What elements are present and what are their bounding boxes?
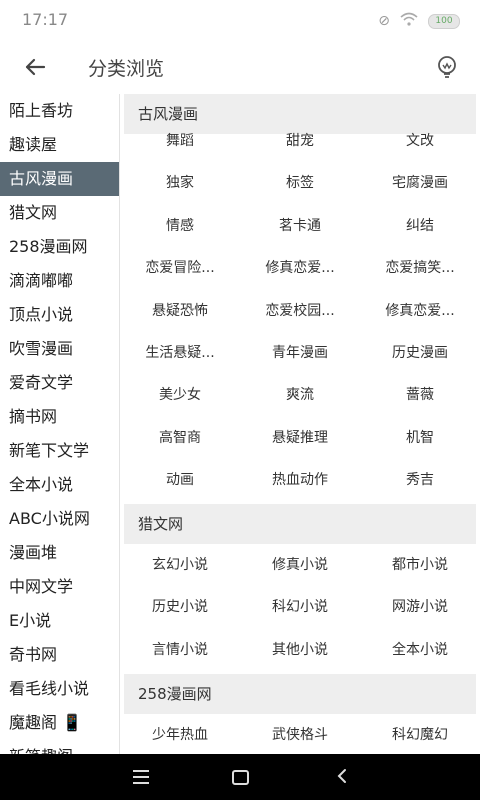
sidebar-item[interactable]: 猎文网 bbox=[0, 196, 119, 230]
tag-item[interactable]: 恋爱搞笑... bbox=[360, 247, 480, 289]
tag-grid: 少年热血 武侠格斗 科幻魔幻 bbox=[120, 714, 480, 754]
tag-item[interactable]: 悬疑推理 bbox=[240, 417, 360, 459]
sidebar-item[interactable]: ABC小说网 bbox=[0, 502, 119, 536]
tag-item[interactable]: 修真恋爱... bbox=[360, 290, 480, 332]
lightbulb-icon[interactable] bbox=[432, 52, 462, 82]
tag-grid: 玄幻小说 修真小说 都市小说 历史小说 科幻小说 网游小说 言情小说 其他小说 … bbox=[120, 544, 480, 671]
tag-grid: 舞蹈 甜宠 文改 独家 标签 宅腐漫画 情感 茗卡通 纠结 恋爱冒险... 修真… bbox=[120, 120, 480, 502]
status-icons: ⊘ 100 bbox=[378, 12, 460, 30]
sidebar-item[interactable]: 258漫画网 bbox=[0, 230, 119, 264]
tag-item[interactable]: 科幻小说 bbox=[240, 586, 360, 628]
tag-item[interactable]: 青年漫画 bbox=[240, 332, 360, 374]
sidebar-item-active[interactable]: 古风漫画 bbox=[0, 162, 119, 196]
sidebar-item[interactable]: 滴滴嘟嘟 bbox=[0, 264, 119, 298]
tag-item[interactable]: 修真小说 bbox=[240, 544, 360, 586]
tag-item[interactable]: 历史漫画 bbox=[360, 332, 480, 374]
tag-item[interactable]: 机智 bbox=[360, 417, 480, 459]
sidebar-item[interactable]: E小说 bbox=[0, 604, 119, 638]
sidebar-item[interactable]: 新笔下文学 bbox=[0, 434, 119, 468]
tag-item[interactable]: 纠结 bbox=[360, 205, 480, 247]
app-bar: 分类浏览 bbox=[0, 40, 480, 94]
tag-item[interactable]: 独家 bbox=[120, 162, 240, 204]
tag-item[interactable]: 科幻魔幻 bbox=[360, 714, 480, 754]
tag-item[interactable]: 爽流 bbox=[240, 374, 360, 416]
source-sidebar: 陌上香坊 趣读屋 古风漫画 猎文网 258漫画网 滴滴嘟嘟 顶点小说 吹雪漫画 … bbox=[0, 94, 120, 754]
tag-item[interactable]: 宅腐漫画 bbox=[360, 162, 480, 204]
tag-item[interactable]: 标签 bbox=[240, 162, 360, 204]
tag-item[interactable]: 生活悬疑... bbox=[120, 332, 240, 374]
tag-item[interactable]: 美少女 bbox=[120, 374, 240, 416]
tag-item[interactable]: 热血动作 bbox=[240, 459, 360, 501]
tag-item[interactable]: 武侠格斗 bbox=[240, 714, 360, 754]
tag-item[interactable]: 恋爱校园... bbox=[240, 290, 360, 332]
status-time: 17:17 bbox=[22, 10, 69, 29]
wifi-icon bbox=[400, 12, 418, 30]
tag-item[interactable]: 高智商 bbox=[120, 417, 240, 459]
tag-item[interactable]: 蔷薇 bbox=[360, 374, 480, 416]
tag-item[interactable]: 文改 bbox=[360, 120, 480, 162]
system-nav-bar bbox=[0, 754, 480, 800]
battery-icon: 100 bbox=[428, 13, 460, 29]
tag-item[interactable]: 全本小说 bbox=[360, 629, 480, 671]
section-header: 猎文网 bbox=[124, 504, 476, 544]
home-icon[interactable] bbox=[232, 770, 249, 785]
tag-item[interactable]: 情感 bbox=[120, 205, 240, 247]
tag-item[interactable]: 悬疑恐怖 bbox=[120, 290, 240, 332]
section-header: 258漫画网 bbox=[124, 674, 476, 714]
tag-item[interactable]: 舞蹈 bbox=[120, 120, 240, 162]
tag-item[interactable]: 修真恋爱... bbox=[240, 247, 360, 289]
tag-item[interactable]: 恋爱冒险... bbox=[120, 247, 240, 289]
sidebar-item[interactable]: 趣读屋 bbox=[0, 128, 119, 162]
sidebar-item[interactable]: 新笔趣阁 bbox=[0, 740, 119, 754]
page-title: 分类浏览 bbox=[88, 58, 165, 80]
sidebar-item[interactable]: 中网文学 bbox=[0, 570, 119, 604]
tag-item[interactable]: 甜宠 bbox=[240, 120, 360, 162]
tag-item[interactable]: 都市小说 bbox=[360, 544, 480, 586]
tag-item[interactable]: 言情小说 bbox=[120, 629, 240, 671]
tag-item[interactable]: 网游小说 bbox=[360, 586, 480, 628]
sidebar-item[interactable]: 奇书网 bbox=[0, 638, 119, 672]
data-saver-icon: ⊘ bbox=[378, 13, 390, 29]
sidebar-item[interactable]: 吹雪漫画 bbox=[0, 332, 119, 366]
tag-item[interactable]: 少年热血 bbox=[120, 714, 240, 754]
sidebar-item[interactable]: 魔趣阁 📱 bbox=[0, 706, 119, 740]
recent-apps-icon[interactable] bbox=[133, 770, 149, 784]
tag-item[interactable]: 茗卡通 bbox=[240, 205, 360, 247]
tag-item[interactable]: 历史小说 bbox=[120, 586, 240, 628]
sidebar-item[interactable]: 全本小说 bbox=[0, 468, 119, 502]
sidebar-item[interactable]: 爱奇文学 bbox=[0, 366, 119, 400]
tag-item[interactable]: 其他小说 bbox=[240, 629, 360, 671]
status-bar: 17:17 ⊘ 100 bbox=[0, 0, 480, 40]
nav-back-icon[interactable] bbox=[335, 768, 349, 784]
tag-item[interactable]: 秀吉 bbox=[360, 459, 480, 501]
category-content: 古风漫画 舞蹈 甜宠 文改 独家 标签 宅腐漫画 情感 茗卡通 纠结 恋爱冒险.… bbox=[120, 94, 480, 754]
tag-item[interactable]: 动画 bbox=[120, 459, 240, 501]
sidebar-item[interactable]: 看毛线小说 bbox=[0, 672, 119, 706]
sidebar-item[interactable]: 陌上香坊 bbox=[0, 94, 119, 128]
back-arrow-icon[interactable] bbox=[20, 52, 50, 82]
sidebar-item[interactable]: 顶点小说 bbox=[0, 298, 119, 332]
sidebar-item[interactable]: 漫画堆 bbox=[0, 536, 119, 570]
tag-item[interactable]: 玄幻小说 bbox=[120, 544, 240, 586]
sidebar-item[interactable]: 摘书网 bbox=[0, 400, 119, 434]
